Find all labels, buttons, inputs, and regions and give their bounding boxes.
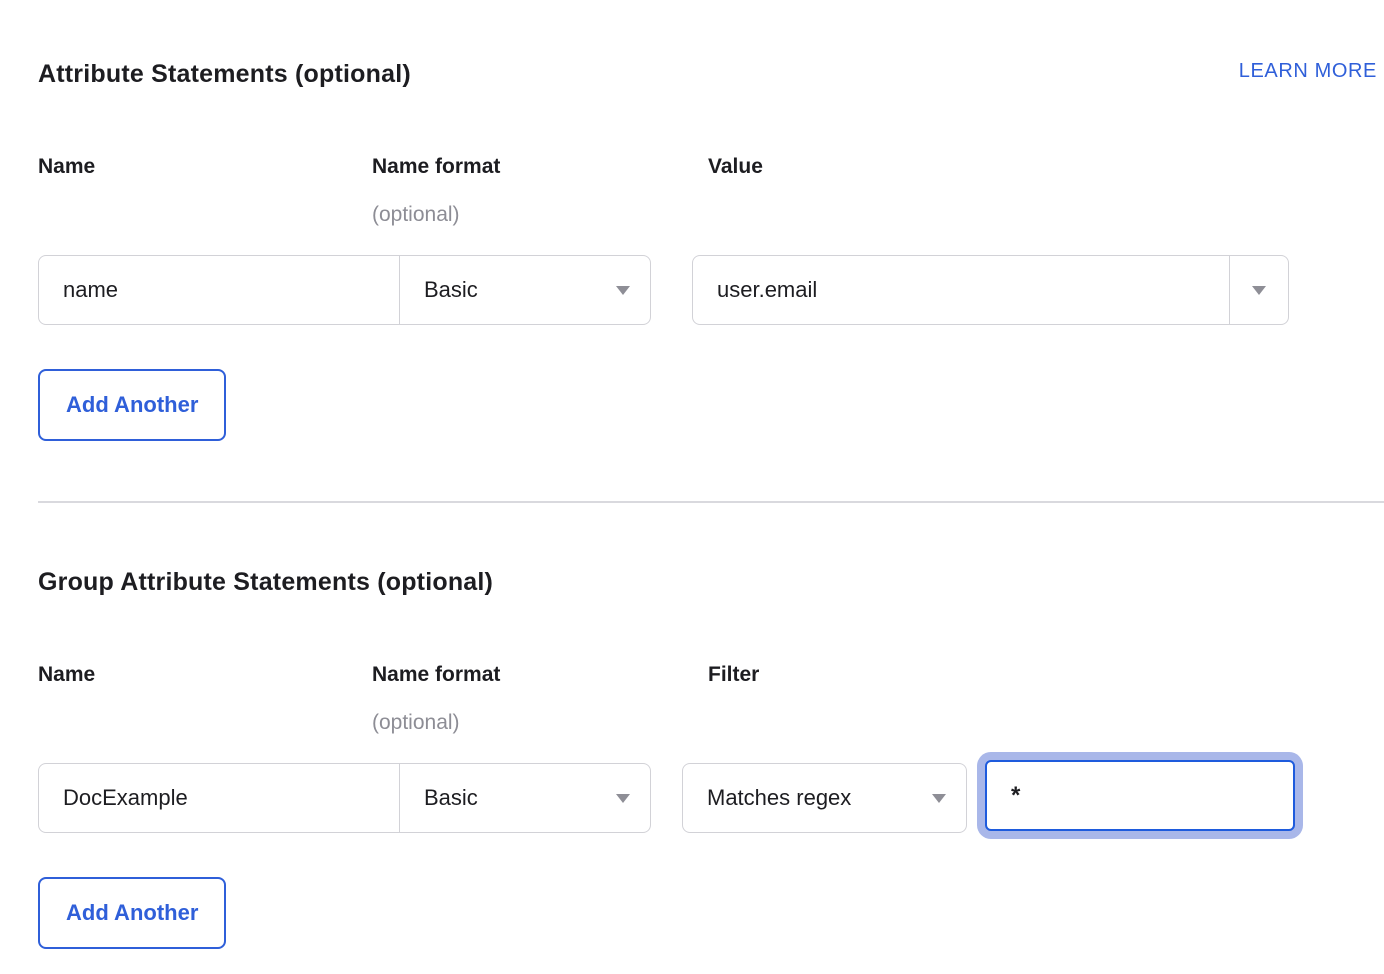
- group-filter-value-input[interactable]: [985, 760, 1295, 831]
- learn-more-link[interactable]: LEARN MORE: [1239, 60, 1377, 83]
- group-name-input[interactable]: [38, 763, 400, 833]
- attribute-name-input[interactable]: [38, 255, 400, 325]
- group-name-format-column-label: Name format: [372, 663, 500, 687]
- attribute-value-group: [692, 255, 1289, 325]
- group-filter-type-selected-value: Matches regex: [707, 785, 851, 811]
- add-another-group-attribute-button[interactable]: Add Another: [38, 877, 226, 949]
- attribute-statements-title: Attribute Statements (optional): [38, 60, 411, 89]
- group-filter-group: Matches regex: [682, 763, 967, 833]
- group-name-format-optional-note: (optional): [372, 711, 460, 735]
- add-another-attribute-button[interactable]: Add Another: [38, 369, 226, 441]
- value-column-label: Value: [708, 155, 763, 179]
- section-divider: [38, 501, 1384, 503]
- group-name-format-group: Basic: [38, 763, 651, 833]
- group-name-format-select[interactable]: Basic: [399, 763, 651, 833]
- chevron-down-icon: [616, 286, 630, 295]
- chevron-down-icon: [616, 794, 630, 803]
- attribute-name-format-select[interactable]: Basic: [399, 255, 651, 325]
- attribute-name-format-group: Basic: [38, 255, 651, 325]
- group-name-column-label: Name: [38, 663, 95, 687]
- filter-column-label: Filter: [708, 663, 759, 687]
- attribute-statements-page: Attribute Statements (optional) LEARN MO…: [0, 0, 1384, 974]
- chevron-down-icon: [932, 794, 946, 803]
- group-filter-type-select[interactable]: Matches regex: [682, 763, 967, 833]
- attribute-name-format-selected-value: Basic: [424, 277, 478, 303]
- attribute-value-input[interactable]: [692, 255, 1230, 325]
- name-format-column-label: Name format: [372, 155, 500, 179]
- name-column-label: Name: [38, 155, 95, 179]
- group-attribute-statements-title: Group Attribute Statements (optional): [38, 568, 493, 597]
- attribute-value-dropdown-button[interactable]: [1229, 255, 1289, 325]
- group-name-format-selected-value: Basic: [424, 785, 478, 811]
- name-format-optional-note: (optional): [372, 203, 460, 227]
- chevron-down-icon: [1252, 286, 1266, 295]
